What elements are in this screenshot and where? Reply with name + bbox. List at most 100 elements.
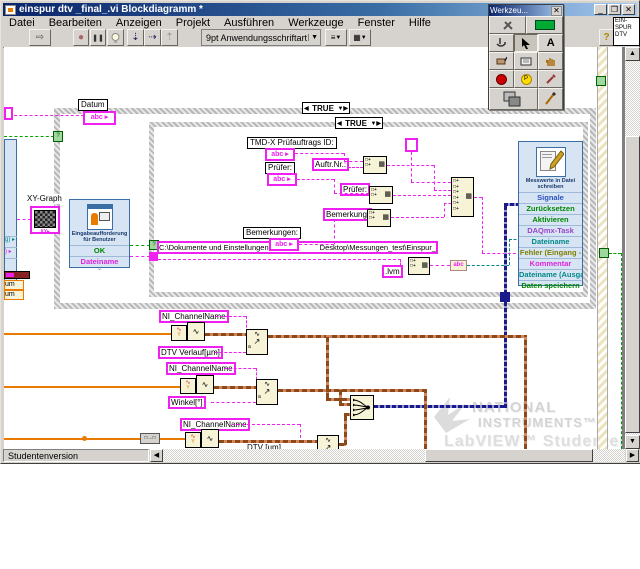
convert-to-dd-3b[interactable]: ∿ bbox=[201, 429, 219, 448]
winkel-constant[interactable]: Winkel[°] bbox=[168, 396, 206, 409]
concat-node-2[interactable]: □+ □+ ▦ bbox=[369, 186, 393, 204]
left-express-panel[interactable]: g) ▸ ) ▸ bbox=[4, 139, 17, 286]
restore-button[interactable]: ❐ bbox=[608, 4, 621, 15]
align-objects-dropdown[interactable]: ≡ ▼ bbox=[325, 29, 347, 46]
paintbrush-icon bbox=[545, 92, 557, 105]
menu-werkzeuge[interactable]: Werkzeuge bbox=[288, 17, 343, 29]
highlight-execution-button[interactable] bbox=[107, 29, 124, 46]
step-out-button[interactable]: ⇡ bbox=[161, 29, 178, 46]
scroll-down-button[interactable]: ▼ bbox=[625, 435, 640, 449]
write-row-dateiname[interactable]: Dateiname bbox=[519, 236, 582, 247]
convert-to-dd-1[interactable]: ∿ Y bbox=[171, 325, 187, 341]
xy-graph-terminal[interactable]: XY▸ bbox=[30, 206, 60, 235]
tools-palette-titlebar[interactable]: Werkzeu... ✕ bbox=[489, 5, 563, 16]
auto-tool-led[interactable] bbox=[526, 16, 563, 34]
font-selector[interactable]: 9pt Anwendungsschriftart ▼ bbox=[201, 29, 321, 46]
write-file-express-vi[interactable]: Messwerte in Datei schreiben Signale Zur… bbox=[518, 141, 583, 290]
datum-string-control[interactable]: abc ▸ bbox=[83, 111, 116, 125]
lvm-constant[interactable]: .lvm bbox=[382, 265, 403, 278]
write-row-daten-speichern[interactable]: Daten speichern bbox=[519, 280, 582, 291]
menu-bearbeiten[interactable]: Bearbeiten bbox=[49, 17, 102, 29]
menu-hilfe[interactable]: Hilfe bbox=[409, 17, 431, 29]
run-button[interactable]: ⇨ bbox=[29, 29, 51, 46]
convert-to-dd-2b[interactable]: ∿ bbox=[196, 375, 214, 394]
breakpoint-tool[interactable] bbox=[489, 70, 514, 88]
write-row-aktivieren[interactable]: Aktivieren bbox=[519, 214, 582, 225]
set-attributes-1[interactable]: ∿ ↗ a bbox=[246, 329, 268, 355]
operate-tool[interactable] bbox=[489, 34, 514, 52]
tmd-string-control[interactable]: abc ▸ bbox=[265, 148, 295, 161]
coloring-tool[interactable] bbox=[489, 88, 538, 110]
prompt-row-ok[interactable]: OK bbox=[70, 245, 129, 256]
wire-ni3 bbox=[232, 424, 300, 425]
xy-graph-glyph bbox=[34, 210, 56, 228]
wire-tool[interactable] bbox=[489, 52, 514, 70]
horizontal-scroll-thumb[interactable] bbox=[425, 449, 593, 462]
concat-node-1[interactable]: □+ □+ ▦ bbox=[363, 156, 387, 174]
distribute-objects-dropdown[interactable]: ▦ ▼ bbox=[349, 29, 371, 46]
position-tool[interactable] bbox=[513, 34, 539, 52]
concat-path-node[interactable]: □+ □+ ▦ bbox=[408, 257, 430, 275]
menu-fenster[interactable]: Fenster bbox=[358, 17, 395, 29]
bemerkungen-string-control[interactable]: abc ▸ bbox=[269, 238, 299, 251]
step-into-button[interactable]: ⇣ bbox=[127, 29, 144, 46]
case-selector-outer[interactable]: ◀ TRUE ▼▶ bbox=[302, 102, 350, 114]
object-menu-tool[interactable] bbox=[513, 52, 539, 70]
help-button[interactable]: ? bbox=[599, 29, 614, 46]
set-attributes-3[interactable]: ∿ ↗ bbox=[317, 435, 339, 449]
labview-window: einspur dtv _final_.vi Blockdiagramm * _… bbox=[0, 0, 640, 464]
horizontal-scrollbar[interactable] bbox=[163, 449, 625, 462]
window-title: einspur dtv _final_.vi Blockdiagramm * bbox=[19, 4, 203, 15]
convert-to-dd-1b[interactable]: ∿ bbox=[187, 322, 205, 341]
vertical-scroll-thumb[interactable] bbox=[625, 136, 640, 433]
step-over-button[interactable]: ⇢ bbox=[144, 29, 161, 46]
menu-projekt[interactable]: Projekt bbox=[176, 17, 210, 29]
band-tunnel-top[interactable] bbox=[596, 76, 606, 86]
tools-palette-close-icon[interactable]: ✕ bbox=[551, 5, 562, 16]
auto-tool-button[interactable] bbox=[489, 16, 526, 34]
outer-case-selector-tunnel[interactable]: ? bbox=[53, 131, 63, 142]
empty-string-constant[interactable] bbox=[405, 138, 418, 152]
minimize-button[interactable]: _ bbox=[594, 4, 607, 15]
menu-ausfuehren[interactable]: Ausführen bbox=[224, 17, 274, 29]
probe-tool[interactable]: P bbox=[513, 70, 539, 88]
dtv-verlauf-constant[interactable]: DTV Verlauf[µm] bbox=[158, 346, 223, 359]
write-row-signale[interactable]: Signale bbox=[519, 192, 582, 203]
wire-dyn-1a bbox=[205, 333, 246, 336]
scroll-left-button[interactable]: ◀ bbox=[150, 449, 163, 462]
tools-palette[interactable]: Werkzeu... ✕ A P bbox=[488, 4, 564, 110]
wire-tmd-v bbox=[344, 153, 345, 161]
write-row-fehler[interactable]: Fehler (Eingang - bbox=[519, 247, 582, 258]
concat-node-3[interactable]: □+ □+ ▦ bbox=[367, 209, 391, 227]
band-tunnel-mid[interactable] bbox=[599, 248, 609, 258]
merge-signals-node[interactable] bbox=[350, 395, 374, 420]
write-row-zuruecksetzen[interactable]: Zurücksetzen bbox=[519, 203, 582, 214]
filename-abc-box[interactable]: abc bbox=[450, 260, 467, 271]
wire-green-right-h bbox=[609, 253, 621, 254]
set-attributes-2[interactable]: ∿ ↗ a bbox=[256, 379, 278, 405]
pause-button[interactable]: ❚❚ bbox=[90, 29, 106, 46]
paintbrush-tool[interactable] bbox=[537, 88, 563, 110]
abort-button[interactable]: ● bbox=[73, 29, 89, 46]
concat-node-main[interactable]: □+ □+ □+ □+ □+ □+ ▦ bbox=[451, 177, 474, 217]
vertical-scrollbar[interactable]: ▲ ▼ bbox=[625, 47, 640, 449]
label-tool[interactable]: A bbox=[538, 34, 564, 52]
scroll-tool[interactable] bbox=[538, 52, 564, 70]
menu-anzeigen[interactable]: Anzeigen bbox=[116, 17, 162, 29]
scroll-right-button[interactable]: ▶ bbox=[626, 449, 639, 462]
hand-icon bbox=[545, 58, 555, 66]
prompt-user-express-vi[interactable]: Eingabeaufforderung für Benutzer OK Date… bbox=[69, 199, 130, 272]
color-copy-tool[interactable] bbox=[538, 70, 564, 88]
convert-to-dd-3[interactable]: ∿ Y bbox=[185, 432, 201, 448]
conversion-node[interactable]: □→□ bbox=[140, 433, 160, 444]
pruefer-string-control[interactable]: abc ▸ bbox=[267, 173, 297, 186]
menu-datei[interactable]: Datei bbox=[9, 17, 35, 29]
write-row-dateiname-aus[interactable]: Dateiname (Ausga bbox=[519, 269, 582, 280]
write-row-daqmx[interactable]: DAQmx-Task bbox=[519, 225, 582, 236]
close-button[interactable]: ✕ bbox=[622, 4, 635, 15]
write-row-kommentar[interactable]: Kommentar bbox=[519, 258, 582, 269]
pruefer-constant[interactable]: Prüfer: bbox=[340, 183, 371, 196]
scroll-up-button[interactable]: ▲ bbox=[625, 47, 640, 61]
convert-to-dd-2[interactable]: ∿ Y bbox=[180, 378, 196, 394]
case-selector-inner[interactable]: ◀ TRUE ▼▶ bbox=[335, 117, 383, 129]
